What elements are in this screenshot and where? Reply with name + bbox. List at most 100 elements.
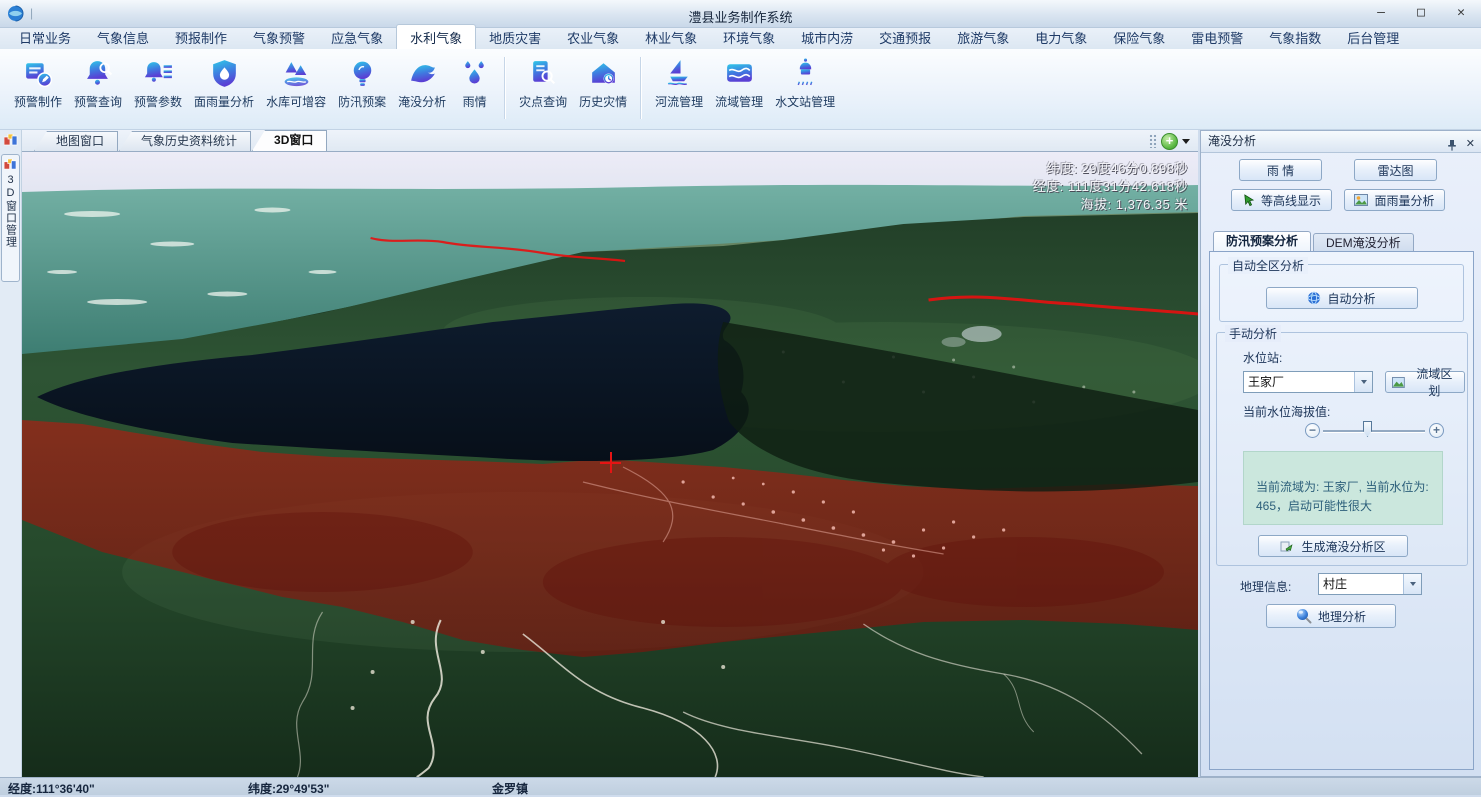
basin-management-icon — [723, 57, 756, 90]
chevron-down-icon — [1410, 582, 1416, 586]
rain-info-icon — [458, 57, 491, 90]
status-latitude: 纬度:29°49'53" — [248, 780, 329, 797]
picture-icon — [1392, 377, 1405, 388]
menu-item-17[interactable]: 后台管理 — [1334, 25, 1412, 49]
menu-item-12[interactable]: 旅游气象 — [944, 25, 1022, 49]
geo-info-combobox[interactable]: 村庄 — [1318, 573, 1422, 595]
tab-weather-history[interactable]: 气象历史资料统计 — [119, 131, 251, 151]
map-3d-viewport[interactable]: 纬度: 29度46分0.898秒 经度: 111度31分42.618秒 海拔: … — [22, 152, 1198, 777]
submerge-analysis-button[interactable]: 淹没分析 — [392, 56, 452, 111]
panel-close-icon[interactable]: ✕ — [1466, 134, 1475, 155]
pin-icon[interactable] — [1447, 139, 1457, 151]
geo-info-value: 村庄 — [1319, 574, 1403, 594]
panel-tab-1[interactable]: DEM淹没分析 — [1313, 233, 1414, 252]
dock-windows-icon — [4, 134, 18, 146]
water-level-slider-track[interactable] — [1323, 430, 1425, 433]
slider-decrease-button[interactable]: − — [1305, 423, 1320, 438]
menu-item-13[interactable]: 电力气象 — [1022, 25, 1100, 49]
hydrostation-management-button[interactable]: 水文站管理 — [769, 56, 841, 111]
tab-map-window[interactable]: 地图窗口 — [34, 131, 118, 151]
sidebar-tab-3d-window-manager[interactable]: 3D窗口管理 — [1, 154, 20, 282]
menu-item-9[interactable]: 环境气象 — [710, 25, 788, 49]
sidebar-tab-label: 3D窗口管理 — [3, 174, 19, 248]
ribbon-button-label: 历史灾情 — [579, 93, 627, 110]
panel-tab-0[interactable]: 防汛预案分析 — [1213, 231, 1311, 252]
menu-bar: 日常业务气象信息预报制作气象预警应急气象水利气象地质灾害农业气象林业气象环境气象… — [0, 28, 1481, 49]
warning-compose-icon — [22, 57, 55, 90]
chevron-down-icon[interactable] — [1182, 139, 1190, 144]
auto-analysis-group: 自动全区分析 自动分析 — [1219, 264, 1464, 322]
flood-plan-tab-page: 自动全区分析 自动分析 手动分析 水位站: 王家厂 — [1209, 251, 1474, 770]
disaster-history-button[interactable]: 历史灾情 — [573, 56, 633, 111]
ribbon-button-label: 水文站管理 — [775, 93, 835, 110]
status-longitude: 经度:111°36'40" — [8, 780, 95, 797]
basin-management-button[interactable]: 流域管理 — [709, 56, 769, 111]
minimize-button[interactable]: – — [1373, 5, 1389, 21]
rain-condition-button[interactable]: 雨 情 — [1239, 159, 1322, 181]
tab-3d-window[interactable]: 3D窗口 — [252, 130, 327, 151]
manual-group-label: 手动分析 — [1225, 325, 1281, 342]
menu-item-3[interactable]: 气象预警 — [240, 25, 318, 49]
title-bar: | 澧县业务制作系统 – □ ✕ — [0, 0, 1481, 28]
flood-submerge-icon — [406, 57, 439, 90]
generate-submerge-area-button[interactable]: 生成淹没分析区 — [1258, 535, 1408, 557]
river-management-icon — [663, 57, 696, 90]
station-label: 水位站: — [1243, 349, 1282, 366]
menu-item-2[interactable]: 预报制作 — [162, 25, 240, 49]
ribbon-button-label: 预警查询 — [74, 93, 122, 110]
auto-analysis-button[interactable]: 自动分析 — [1266, 287, 1418, 309]
ribbon-button-label: 防汛预案 — [338, 93, 386, 110]
ribbon-button-label: 雨情 — [463, 93, 487, 110]
menu-item-1[interactable]: 气象信息 — [84, 25, 162, 49]
disaster-query-button[interactable]: 灾点查询 — [513, 56, 573, 111]
ribbon-button-label: 淹没分析 — [398, 93, 446, 110]
water-level-slider-thumb[interactable] — [1363, 421, 1372, 437]
ribbon-group-separator — [504, 57, 506, 119]
menu-item-14[interactable]: 保险气象 — [1100, 25, 1178, 49]
menu-item-8[interactable]: 林业气象 — [632, 25, 710, 49]
river-management-button[interactable]: 河流管理 — [649, 56, 709, 111]
basin-zoning-button[interactable]: 流域区划 — [1385, 371, 1465, 393]
ribbon-button-label: 河流管理 — [655, 93, 703, 110]
add-view-button[interactable]: + — [1161, 133, 1178, 150]
panel-title: 淹没分析 — [1208, 134, 1256, 148]
menu-item-10[interactable]: 城市内涝 — [788, 25, 866, 49]
menu-item-7[interactable]: 农业气象 — [554, 25, 632, 49]
ribbon-group-2: 河流管理 流域管理 水文站管理 — [649, 56, 841, 111]
status-town: 金罗镇 — [492, 780, 528, 797]
combo-dropdown-button[interactable] — [1354, 372, 1372, 392]
flood-plan-button[interactable]: 防汛预案 — [332, 56, 392, 111]
geo-analysis-button[interactable]: 地理分析 — [1266, 604, 1396, 628]
station-value: 王家厂 — [1244, 372, 1354, 392]
menu-item-6[interactable]: 地质灾害 — [476, 25, 554, 49]
longitude-readout: 经度: 111度31分42.618秒 — [1033, 178, 1188, 196]
ribbon-button-label: 预警制作 — [14, 93, 62, 110]
menu-item-4[interactable]: 应急气象 — [318, 25, 396, 49]
manual-analysis-group: 手动分析 水位站: 王家厂 流域区划 当前水位海拔值: − + 当前流域为: 王… — [1216, 332, 1468, 566]
warning-search-icon — [82, 57, 115, 90]
toolbar-grip-handle[interactable] — [1149, 134, 1157, 148]
menu-item-5[interactable]: 水利气象 — [396, 24, 476, 49]
menu-item-0[interactable]: 日常业务 — [6, 25, 84, 49]
warning-params-button[interactable]: 预警参数 — [128, 56, 188, 111]
radar-chart-button[interactable]: 雷达图 — [1354, 159, 1437, 181]
area-rainfall-panel-button[interactable]: 面雨量分析 — [1344, 189, 1445, 211]
reservoir-capacity-button[interactable]: 水库可增容 — [260, 56, 332, 111]
maximize-button[interactable]: □ — [1413, 5, 1429, 21]
combo-dropdown-button[interactable] — [1403, 574, 1421, 594]
station-combobox[interactable]: 王家厂 — [1243, 371, 1373, 393]
ribbon-group-separator — [640, 57, 642, 119]
warning-query-button[interactable]: 预警查询 — [68, 56, 128, 111]
menu-item-15[interactable]: 雷电预警 — [1178, 25, 1256, 49]
menu-item-16[interactable]: 气象指数 — [1256, 25, 1334, 49]
rain-info-button[interactable]: 雨情 — [452, 56, 497, 111]
altitude-readout: 海拔: 1,376.35 米 — [1033, 196, 1188, 214]
cursor-arrow-icon — [1242, 194, 1255, 207]
contour-display-button[interactable]: 等高线显示 — [1231, 189, 1332, 211]
warning-compose-button[interactable]: 预警制作 — [8, 56, 68, 111]
close-button[interactable]: ✕ — [1453, 5, 1469, 21]
area-rainfall-button[interactable]: 面雨量分析 — [188, 56, 260, 111]
ribbon-button-label: 面雨量分析 — [194, 93, 254, 110]
slider-increase-button[interactable]: + — [1429, 423, 1444, 438]
menu-item-11[interactable]: 交通预报 — [866, 25, 944, 49]
